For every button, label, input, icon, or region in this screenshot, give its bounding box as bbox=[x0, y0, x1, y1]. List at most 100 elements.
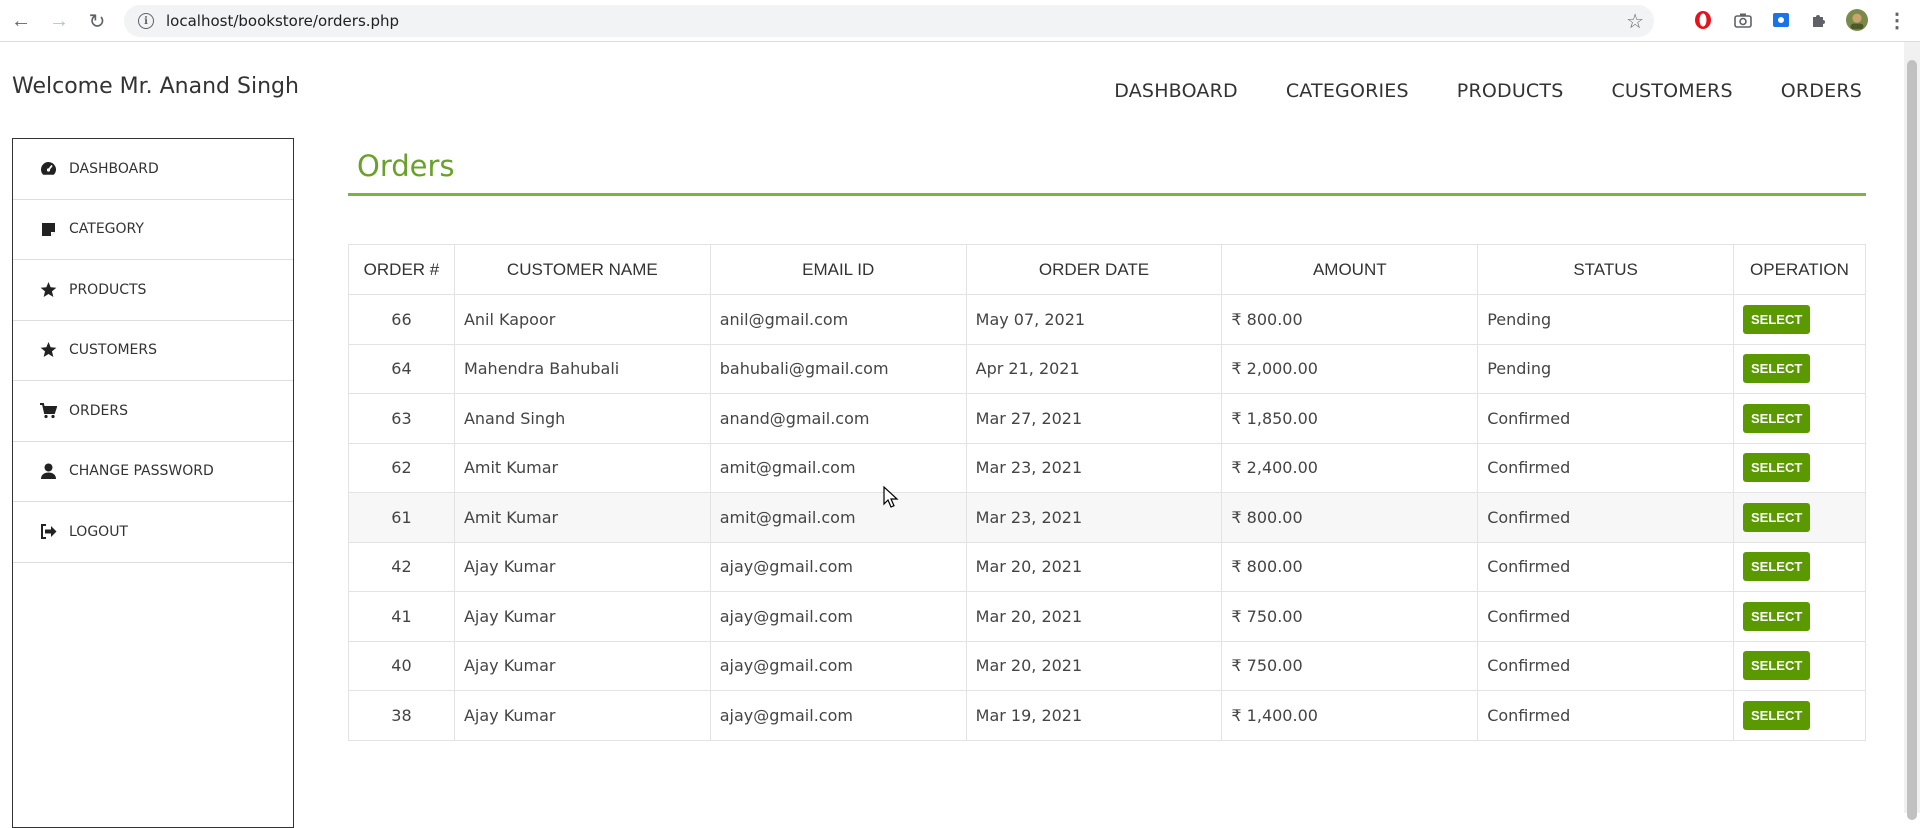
logout-icon bbox=[39, 523, 57, 541]
status-cell: Confirmed bbox=[1477, 442, 1734, 493]
order-number-cell: 64 bbox=[348, 343, 455, 394]
menu-kebab-icon[interactable]: ⋮ bbox=[1886, 9, 1908, 32]
email-cell: anand@gmail.com bbox=[709, 393, 967, 444]
select-button[interactable]: SELECT bbox=[1742, 552, 1811, 582]
sidebar-item-label: PRODUCTS bbox=[69, 281, 147, 298]
customer-name-cell: Amit Kumar bbox=[453, 492, 711, 543]
sidebar-item-customers[interactable]: CUSTOMERS bbox=[13, 321, 293, 381]
select-button[interactable]: SELECT bbox=[1742, 601, 1811, 631]
sidebar-item-change-password[interactable]: CHANGE PASSWORD bbox=[13, 442, 293, 502]
sidebar-item-category[interactable]: CATEGORY bbox=[13, 200, 293, 260]
select-button[interactable]: SELECT bbox=[1742, 354, 1811, 384]
order-date-cell: May 07, 2021 bbox=[965, 294, 1223, 345]
customer-name-cell: Anil Kapoor bbox=[453, 294, 711, 345]
order-date-cell: Mar 23, 2021 bbox=[965, 442, 1223, 493]
amount-cell: ₹ 2,400.00 bbox=[1221, 442, 1479, 493]
email-cell: ajay@gmail.com bbox=[709, 541, 967, 592]
select-button[interactable]: SELECT bbox=[1742, 453, 1811, 483]
status-cell: Pending bbox=[1477, 343, 1734, 394]
orders-table: ORDER # CUSTOMER NAME EMAIL ID ORDER DAT… bbox=[348, 244, 1867, 741]
table-header-row: ORDER # CUSTOMER NAME EMAIL ID ORDER DAT… bbox=[348, 244, 1867, 295]
nav-dashboard[interactable]: DASHBOARD bbox=[1114, 80, 1238, 102]
order-date-cell: Mar 20, 2021 bbox=[965, 591, 1223, 642]
address-bar[interactable]: i localhost/bookstore/orders.php ☆ bbox=[124, 5, 1654, 37]
back-icon[interactable]: ← bbox=[6, 6, 36, 36]
status-cell: Confirmed bbox=[1477, 591, 1734, 642]
order-date-cell: Apr 21, 2021 bbox=[965, 343, 1223, 394]
profile-avatar[interactable] bbox=[1846, 9, 1868, 31]
amount-cell: ₹ 800.00 bbox=[1221, 541, 1479, 592]
customer-name-cell: Anand Singh bbox=[453, 393, 711, 444]
sidebar-item-products[interactable]: PRODUCTS bbox=[13, 260, 293, 321]
select-button[interactable]: SELECT bbox=[1742, 700, 1811, 730]
status-cell: Confirmed bbox=[1477, 393, 1734, 444]
table-row: 40 Ajay Kumar ajay@gmail.com Mar 20, 2021 ₹ … bbox=[348, 640, 1867, 691]
status-cell: Confirmed bbox=[1477, 640, 1734, 691]
sidebar-item-dashboard[interactable]: DASHBOARD bbox=[13, 139, 293, 200]
star-icon bbox=[39, 341, 57, 359]
customer-name-cell: Mahendra Bahubali bbox=[453, 343, 711, 394]
customer-name-cell: Ajay Kumar bbox=[453, 541, 711, 592]
sidebar-item-label: CATEGORY bbox=[69, 221, 144, 238]
operation-cell: SELECT bbox=[1732, 690, 1867, 741]
sidebar-item-label: DASHBOARD bbox=[69, 160, 159, 177]
extensions-puzzle-icon[interactable] bbox=[1808, 9, 1830, 31]
amount-cell: ₹ 750.00 bbox=[1221, 640, 1479, 691]
customer-name-cell: Ajay Kumar bbox=[453, 690, 711, 741]
title-divider bbox=[348, 193, 1866, 196]
column-header: ORDER # bbox=[348, 244, 455, 295]
column-header: STATUS bbox=[1477, 244, 1734, 295]
amount-cell: ₹ 1,400.00 bbox=[1221, 690, 1479, 741]
order-date-cell: Mar 27, 2021 bbox=[965, 393, 1223, 444]
scrollbar-thumb[interactable] bbox=[1907, 60, 1917, 820]
email-cell: amit@gmail.com bbox=[709, 442, 967, 493]
column-header: AMOUNT bbox=[1221, 244, 1479, 295]
screen-capture-icon[interactable] bbox=[1770, 9, 1792, 31]
forward-icon[interactable]: → bbox=[44, 6, 74, 36]
url-text[interactable]: localhost/bookstore/orders.php bbox=[166, 12, 399, 30]
nav-categories[interactable]: CATEGORIES bbox=[1286, 80, 1409, 102]
page-scrollbar[interactable] bbox=[1904, 42, 1920, 820]
sidebar-item-label: CUSTOMERS bbox=[69, 342, 158, 359]
sidebar-item-label: ORDERS bbox=[69, 402, 128, 419]
customer-name-cell: Amit Kumar bbox=[453, 442, 711, 493]
order-date-cell: Mar 19, 2021 bbox=[965, 690, 1223, 741]
page-title: Orders bbox=[357, 149, 455, 183]
nav-customers[interactable]: CUSTOMERS bbox=[1611, 80, 1732, 102]
amount-cell: ₹ 750.00 bbox=[1221, 591, 1479, 642]
operation-cell: SELECT bbox=[1732, 640, 1867, 691]
table-row: 66 Anil Kapoor anil@gmail.com May 07, 2021 ₹… bbox=[348, 294, 1867, 345]
sidebar-item-orders[interactable]: ORDERS bbox=[13, 381, 293, 442]
order-number-cell: 66 bbox=[348, 294, 455, 345]
cart-icon bbox=[39, 402, 57, 420]
camera-icon[interactable] bbox=[1732, 9, 1754, 31]
nav-orders[interactable]: ORDERS bbox=[1781, 80, 1862, 102]
email-cell: anil@gmail.com bbox=[709, 294, 967, 345]
table-row: 41 Ajay Kumar ajay@gmail.com Mar 20, 2021 ₹ … bbox=[348, 591, 1867, 642]
info-icon[interactable]: i bbox=[138, 13, 154, 29]
column-header: EMAIL ID bbox=[709, 244, 967, 295]
status-cell: Pending bbox=[1477, 294, 1734, 345]
select-button[interactable]: SELECT bbox=[1742, 304, 1811, 334]
category-icon bbox=[39, 220, 57, 238]
orders-table-body: 66 Anil Kapoor anil@gmail.com May 07, 2021 ₹… bbox=[348, 294, 1867, 741]
top-nav: DASHBOARD CATEGORIES PRODUCTS CUSTOMERS … bbox=[1066, 80, 1862, 102]
status-cell: Confirmed bbox=[1477, 541, 1734, 592]
order-number-cell: 61 bbox=[348, 492, 455, 543]
nav-products[interactable]: PRODUCTS bbox=[1457, 80, 1564, 102]
email-cell: ajay@gmail.com bbox=[709, 591, 967, 642]
opera-icon[interactable] bbox=[1692, 9, 1714, 31]
order-number-cell: 63 bbox=[348, 393, 455, 444]
select-button[interactable]: SELECT bbox=[1742, 651, 1811, 681]
operation-cell: SELECT bbox=[1732, 343, 1867, 394]
status-cell: Confirmed bbox=[1477, 492, 1734, 543]
amount-cell: ₹ 1,850.00 bbox=[1221, 393, 1479, 444]
reload-icon[interactable]: ↻ bbox=[82, 6, 112, 36]
mouse-cursor-icon bbox=[883, 485, 899, 513]
select-button[interactable]: SELECT bbox=[1742, 403, 1811, 433]
sidebar-item-logout[interactable]: LOGOUT bbox=[13, 502, 293, 563]
select-button[interactable]: SELECT bbox=[1742, 502, 1811, 532]
order-date-cell: Mar 20, 2021 bbox=[965, 541, 1223, 592]
bookmark-star-icon[interactable]: ☆ bbox=[1626, 9, 1644, 34]
table-row: 63 Anand Singh anand@gmail.com Mar 27, 2021… bbox=[348, 393, 1867, 444]
